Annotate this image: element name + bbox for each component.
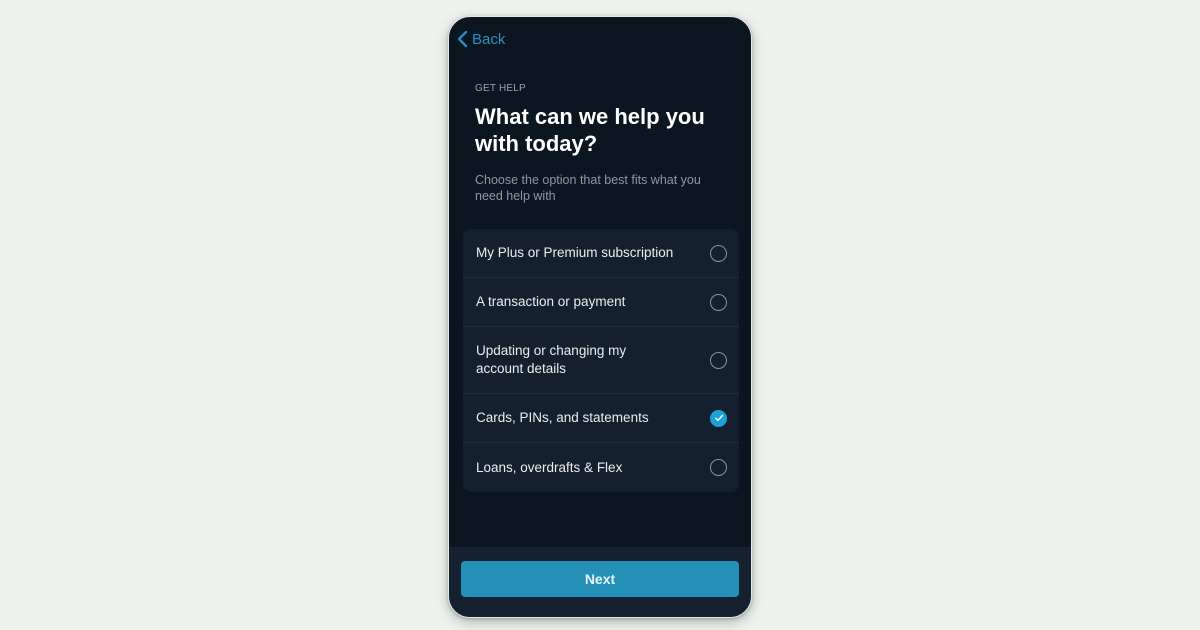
option-account-details[interactable]: Updating or changing my account details xyxy=(463,327,739,394)
option-cards[interactable]: Cards, PINs, and statements xyxy=(463,394,739,443)
radio-checked-icon[interactable] xyxy=(710,409,727,427)
chevron-left-icon xyxy=(457,30,468,48)
radio-unchecked-icon[interactable] xyxy=(710,293,727,311)
page-subtitle: Choose the option that best fits what yo… xyxy=(475,173,701,203)
checkmark-icon xyxy=(714,414,723,422)
back-label: Back xyxy=(472,30,506,48)
option-transaction[interactable]: A transaction or payment xyxy=(463,278,739,327)
option-label: My Plus or Premium subscription xyxy=(476,245,674,260)
footer-bar: Next xyxy=(449,547,751,617)
option-label: Updating or changing my account details xyxy=(476,343,627,376)
option-loans[interactable]: Loans, overdrafts & Flex xyxy=(463,443,739,492)
section-eyebrow: GET HELP xyxy=(475,83,526,94)
page-title: What can we help you with today? xyxy=(475,104,705,156)
radio-unchecked-icon[interactable] xyxy=(710,244,727,262)
radio-unchecked-icon[interactable] xyxy=(710,351,727,369)
phone-screen: Back GET HELP What can we help you with … xyxy=(448,16,752,618)
option-label: Cards, PINs, and statements xyxy=(476,410,649,425)
option-label: Loans, overdrafts & Flex xyxy=(476,459,623,475)
help-options-list: My Plus or Premium subscription A transa… xyxy=(463,229,739,492)
next-button[interactable]: Next xyxy=(461,561,739,597)
option-subscription[interactable]: My Plus or Premium subscription xyxy=(463,229,739,278)
option-label: A transaction or payment xyxy=(476,294,626,309)
radio-unchecked-icon[interactable] xyxy=(710,459,727,476)
back-button[interactable]: Back xyxy=(456,30,505,48)
